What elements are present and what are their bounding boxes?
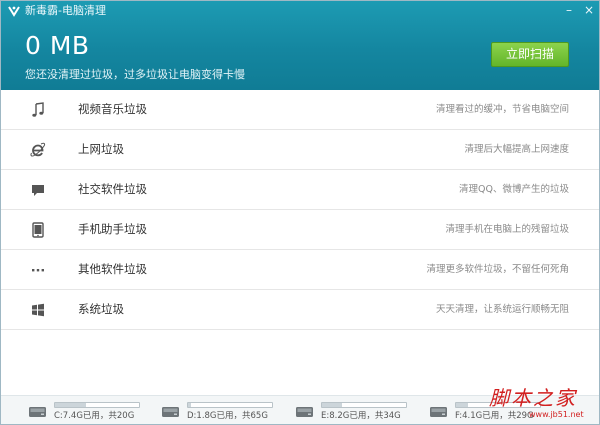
list-item-description: 天天清理，让系统运行顺畅无阻 <box>435 304 569 315</box>
window-title: 新毒霸-电脑清理 <box>25 4 106 17</box>
list-item-label: 视频音乐垃圾 <box>78 102 147 116</box>
list-item-description: 清理更多软件垃圾，不留任何死角 <box>426 264 569 275</box>
app-window: 新毒霸-电脑清理 – × 0 MB 您还没清理过垃圾，过多垃圾让电脑变得卡慢 立… <box>0 0 600 425</box>
drive-usage-meter <box>321 402 407 408</box>
list-item-description: 清理QQ、微博产生的垃圾 <box>459 184 569 195</box>
drive-usage-fill <box>456 403 468 407</box>
list-item-label: 其他软件垃圾 <box>78 262 147 276</box>
list-item-description: 清理后大幅提高上网速度 <box>464 144 569 155</box>
hard-drive-icon <box>29 407 46 417</box>
junk-size-value: 0 MB <box>25 31 90 60</box>
list-item-label: 手机助手垃圾 <box>78 222 147 236</box>
list-item-label: 社交软件垃圾 <box>78 182 147 196</box>
phone-icon <box>32 222 44 238</box>
drive-usage-text: C:7.4G已用，共20G <box>54 411 135 421</box>
drive-e: E:8.2G已用，共34G <box>295 401 415 423</box>
list-item-social[interactable]: 社交软件垃圾 清理QQ、微博产生的垃圾 <box>1 170 599 210</box>
drive-c: C:7.4G已用，共20G <box>28 401 148 423</box>
close-button[interactable]: × <box>581 3 597 17</box>
hard-drive-icon <box>430 407 447 417</box>
list-item-label: 上网垃圾 <box>78 142 124 156</box>
minimize-button[interactable]: – <box>561 3 577 17</box>
hard-drive-icon <box>162 407 179 417</box>
watermark-url: www.jb51.net <box>529 410 584 419</box>
scan-now-button[interactable]: 立即扫描 <box>491 42 569 67</box>
list-item-description: 清理看过的缓冲，节省电脑空间 <box>435 104 569 115</box>
junk-category-list: 视频音乐垃圾 清理看过的缓冲，节省电脑空间 上网垃圾 清理后大幅提高上网速度 社… <box>1 90 599 330</box>
watermark-logo: 脚本之家 <box>489 386 577 410</box>
header-panel: 新毒霸-电脑清理 – × 0 MB 您还没清理过垃圾，过多垃圾让电脑变得卡慢 立… <box>1 1 599 90</box>
drive-usage-fill <box>55 403 87 407</box>
drive-d: D:1.8G已用，共65G <box>161 401 281 423</box>
list-item-internet[interactable]: 上网垃圾 清理后大幅提高上网速度 <box>1 130 599 170</box>
title-bar[interactable]: 新毒霸-电脑清理 – × <box>1 1 599 21</box>
list-item-other-software[interactable]: 其他软件垃圾 清理更多软件垃圾，不留任何死角 <box>1 250 599 290</box>
drive-usage-text: F:4.1G已用，共29G <box>455 411 534 421</box>
duba-logo-icon <box>8 6 20 17</box>
header-subtitle: 您还没清理过垃圾，过多垃圾让电脑变得卡慢 <box>25 68 245 81</box>
list-item-video-music[interactable]: 视频音乐垃圾 清理看过的缓冲，节省电脑空间 <box>1 90 599 130</box>
drive-usage-meter <box>54 402 140 408</box>
windows-logo-icon <box>32 303 44 317</box>
drive-usage-meter <box>187 402 273 408</box>
list-item-description: 清理手机在电脑上的残留垃圾 <box>445 224 569 235</box>
list-item-label: 系统垃圾 <box>78 302 124 316</box>
hard-drive-icon <box>296 407 313 417</box>
music-note-icon <box>32 102 44 117</box>
drive-usage-fill <box>188 403 191 407</box>
drive-usage-text: E:8.2G已用，共34G <box>321 411 401 421</box>
chat-bubble-icon <box>32 185 44 196</box>
list-item-system[interactable]: 系统垃圾 天天清理，让系统运行顺畅无阻 <box>1 290 599 330</box>
drive-usage-text: D:1.8G已用，共65G <box>187 411 268 421</box>
browser-ie-icon <box>30 142 46 157</box>
list-item-phone-assistant[interactable]: 手机助手垃圾 清理手机在电脑上的残留垃圾 <box>1 210 599 250</box>
more-dots-icon <box>32 269 44 272</box>
drive-usage-fill <box>322 403 343 407</box>
